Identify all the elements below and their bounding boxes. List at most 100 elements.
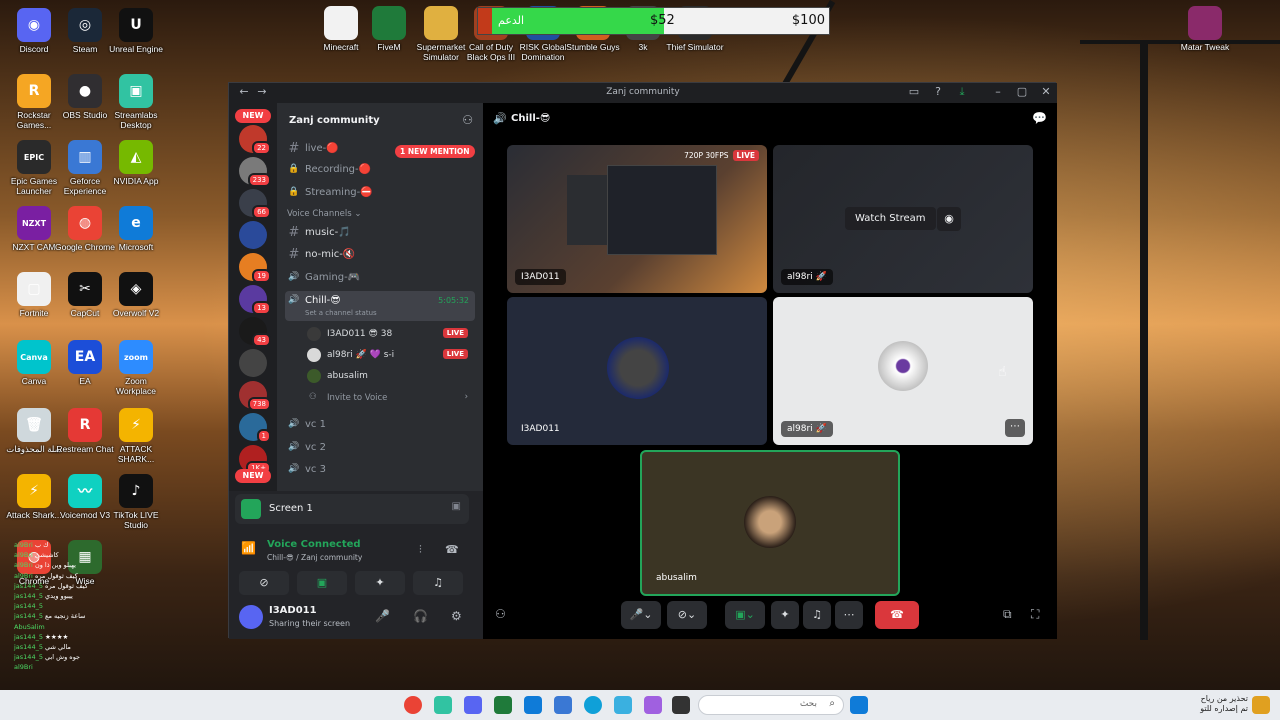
- stream-tile-al9bri[interactable]: Watch Stream ◉ al98ri 🚀: [773, 145, 1033, 293]
- server-icon[interactable]: 19: [239, 253, 271, 283]
- desktop-icon-label: Unreal Engine: [109, 44, 163, 54]
- stop-share-icon[interactable]: ▣: [452, 501, 461, 512]
- category-voice-channels[interactable]: Voice Channels ⌄: [287, 209, 361, 219]
- channel-status[interactable]: Set a channel status: [305, 309, 377, 317]
- camera-button[interactable]: ⊘⌄: [667, 601, 707, 629]
- watch-stream-button[interactable]: Watch Stream: [845, 207, 936, 230]
- taskbar-search[interactable]: بحث ⌕: [698, 695, 844, 715]
- more-control[interactable]: ⋯: [835, 601, 863, 629]
- app-icon: e: [119, 206, 153, 240]
- server-icon[interactable]: [239, 221, 267, 249]
- camera-tile-abusalim[interactable]: abusalim: [640, 450, 900, 596]
- new-pill[interactable]: NEW: [235, 469, 271, 483]
- discord-taskbar-icon[interactable]: [464, 696, 482, 714]
- help-icon[interactable]: ?: [929, 85, 947, 101]
- signal-icon[interactable]: 📶: [241, 541, 256, 555]
- minimize-icon[interactable]: –: [989, 85, 1007, 101]
- voice-user[interactable]: al98ri 🚀 💜 s-i LIVE: [307, 346, 472, 366]
- channel-gaming[interactable]: 🔊 Gaming-🎮: [285, 268, 475, 288]
- server-icon[interactable]: 43: [239, 317, 271, 347]
- leave-call-button[interactable]: ☎: [875, 601, 919, 629]
- camera-tile-i3ad011[interactable]: I3AD011: [507, 297, 767, 445]
- channel-music[interactable]: # music-🎵: [285, 223, 475, 243]
- donation-stripe: [478, 8, 492, 34]
- more-options-icon[interactable]: ⋯: [1005, 419, 1025, 437]
- channel-streaming[interactable]: 🔒 Streaming-⛔: [285, 183, 475, 203]
- app-icon[interactable]: [672, 696, 690, 714]
- desktop-icon[interactable]: U Unreal Engine: [105, 8, 167, 54]
- server-icon[interactable]: 22: [239, 125, 271, 155]
- desktop-icon[interactable]: Matar Tweak: [1174, 6, 1236, 52]
- weather-notice[interactable]: تحذير من رياح تم إصداره للتو: [1200, 694, 1248, 714]
- app-icon: [424, 6, 458, 40]
- desktop-icon[interactable]: ◈ Overwolf V2: [105, 272, 167, 318]
- desktop-icon[interactable]: zoom Zoom Workplace: [105, 340, 167, 396]
- avatar[interactable]: [239, 605, 263, 629]
- desktop-icon[interactable]: e Microsoft: [105, 206, 167, 252]
- server-icon[interactable]: 1: [239, 413, 271, 443]
- mute-button[interactable]: 🎤⌄: [621, 601, 661, 629]
- server-icon[interactable]: 66: [239, 189, 271, 219]
- chrome-icon[interactable]: [404, 696, 422, 714]
- channel-vc1[interactable]: 🔊 vc 1: [285, 415, 475, 435]
- add-people-icon[interactable]: ⚇: [495, 607, 506, 621]
- voice-connected-sub[interactable]: Chill-😎 / Zanj community: [267, 553, 362, 562]
- popout-icon[interactable]: ⧉: [1003, 607, 1012, 622]
- app-icon[interactable]: [614, 696, 632, 714]
- fivem-icon[interactable]: [494, 696, 512, 714]
- fullscreen-icon[interactable]: ⛶: [1031, 607, 1039, 622]
- camera-off-button[interactable]: ⊘: [239, 571, 289, 595]
- desktop-icon[interactable]: ⚡ ATTACK SHARK...: [105, 408, 167, 464]
- copilot-icon[interactable]: [644, 696, 662, 714]
- edge-icon[interactable]: [584, 696, 602, 714]
- channel-vc2[interactable]: 🔊 vc 2: [285, 438, 475, 458]
- channel-chill-active[interactable]: 🔊 Chill-😎 5:05:32 Set a channel status: [285, 291, 475, 321]
- app-icon[interactable]: [554, 696, 572, 714]
- add-member-icon[interactable]: ⚇: [462, 113, 473, 127]
- share-screen-button[interactable]: ▣: [297, 571, 347, 595]
- download-icon[interactable]: ⤓: [953, 85, 971, 101]
- mic-icon[interactable]: 🎤: [375, 609, 390, 623]
- voice-user[interactable]: abusalim: [307, 367, 472, 387]
- eye-icon[interactable]: ◉: [937, 207, 961, 231]
- new-pill[interactable]: NEW: [235, 109, 271, 123]
- invite-to-voice[interactable]: ⚇ Invite to Voice ›: [307, 389, 472, 409]
- chat-author: jas144_5: [14, 602, 43, 611]
- stream-tile-i3ad011[interactable]: 720P 30FPS LIVE I3AD011: [507, 145, 767, 293]
- username[interactable]: I3AD011: [269, 605, 317, 616]
- desktop-icon[interactable]: ▣ Streamlabs Desktop: [105, 74, 167, 130]
- inbox-icon[interactable]: ▭: [905, 85, 923, 101]
- desktop-icon[interactable]: ◭ NVIDIA App: [105, 140, 167, 186]
- activities-control[interactable]: ✦: [771, 601, 799, 629]
- channel-recording[interactable]: 🔒 Recording-🔴: [285, 160, 475, 180]
- new-mention-pill[interactable]: 1 NEW MENTION: [395, 145, 475, 158]
- close-icon[interactable]: ✕: [1037, 85, 1055, 101]
- soundboard-button[interactable]: ♫: [413, 571, 463, 595]
- headphones-icon[interactable]: 🎧: [413, 609, 428, 623]
- chat-icon[interactable]: 💬: [1032, 111, 1047, 125]
- warning-icon[interactable]: [1252, 696, 1270, 714]
- camera-tile-al9bri[interactable]: al98ri 🚀 ⋯: [773, 297, 1033, 445]
- screen-share-card[interactable]: Screen 1 ▣: [235, 494, 469, 524]
- server-icon[interactable]: 738: [239, 381, 271, 411]
- soundboard-control[interactable]: ♫: [803, 601, 831, 629]
- channel-vc3[interactable]: 🔊 vc 3: [285, 460, 475, 480]
- maximize-icon[interactable]: ▢: [1013, 85, 1031, 101]
- store-icon[interactable]: [524, 696, 542, 714]
- server-icon[interactable]: 233: [239, 157, 271, 187]
- share-screen-control[interactable]: ▣⌄: [725, 601, 765, 629]
- server-icon[interactable]: [239, 349, 267, 377]
- channel-no-mic[interactable]: # no-mic-🔇: [285, 245, 475, 265]
- app-icon[interactable]: [434, 696, 452, 714]
- server-icon[interactable]: 13: [239, 285, 271, 315]
- settings-gear-icon[interactable]: ⚙: [451, 609, 462, 623]
- windows-start-icon[interactable]: [850, 696, 868, 714]
- disconnect-icon[interactable]: ☎: [445, 543, 459, 556]
- app-icon: EPIC: [17, 140, 51, 174]
- voice-user[interactable]: I3AD011 😎 38 LIVE: [307, 325, 472, 345]
- noise-suppression-icon[interactable]: ⫶: [419, 543, 422, 557]
- server-header[interactable]: Zanj community ⚇: [277, 103, 483, 137]
- desktop-icon[interactable]: FiveM: [360, 6, 418, 52]
- desktop-icon[interactable]: ♪ TikTok LIVE Studio: [105, 474, 167, 530]
- activities-button[interactable]: ✦: [355, 571, 405, 595]
